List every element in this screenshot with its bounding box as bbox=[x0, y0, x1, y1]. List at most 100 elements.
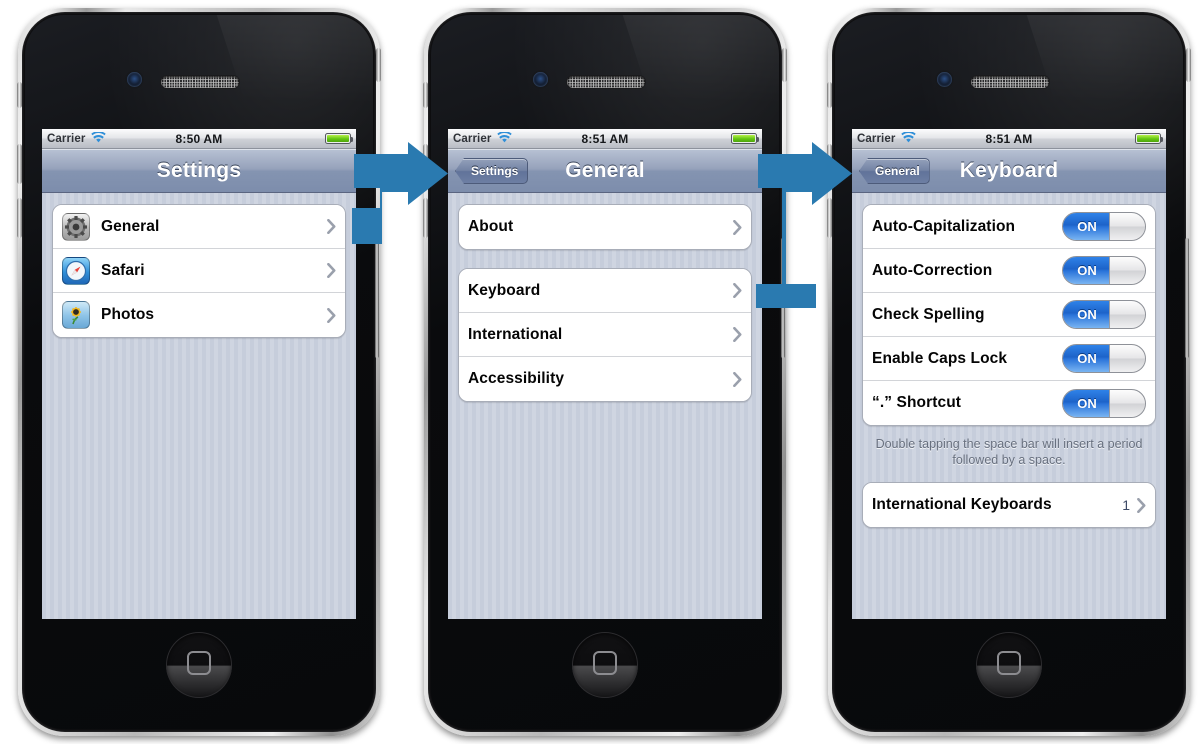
status-bar: Carrier 8:51 AM bbox=[448, 129, 762, 149]
list-item-safari[interactable]: Safari bbox=[53, 249, 345, 293]
home-button[interactable] bbox=[572, 632, 638, 698]
list-item-label: Enable Caps Lock bbox=[872, 349, 1008, 367]
list-item-period-shortcut[interactable]: “.” Shortcut ON bbox=[863, 381, 1155, 425]
toggle-on-label: ON bbox=[1063, 389, 1111, 417]
list-item-label: “.” Shortcut bbox=[872, 394, 962, 411]
list-item-label: International bbox=[468, 325, 563, 343]
photos-sunflower-icon bbox=[62, 301, 90, 329]
chevron-right-icon bbox=[327, 307, 336, 323]
toggle-enable-caps-lock[interactable]: ON bbox=[1062, 344, 1146, 373]
toggle-on-label: ON bbox=[1063, 345, 1111, 372]
chevron-right-icon bbox=[733, 327, 742, 342]
screen-settings: Carrier 8:50 AM Settings General Safari … bbox=[42, 129, 356, 619]
list-group: Keyboard International Accessibility bbox=[458, 268, 752, 402]
silent-switch[interactable] bbox=[423, 82, 428, 108]
page-title: General bbox=[565, 158, 645, 182]
volume-up-button[interactable] bbox=[17, 144, 22, 184]
chevron-right-icon bbox=[733, 283, 742, 298]
sim-tray bbox=[375, 238, 379, 358]
chevron-right-icon bbox=[327, 263, 336, 278]
iphone-device-general: Carrier 8:51 AM Settings General About K… bbox=[423, 8, 787, 736]
navigation-bar: Settings bbox=[42, 149, 356, 193]
toggle-check-spelling[interactable]: ON bbox=[1062, 300, 1146, 329]
toggle-knob[interactable] bbox=[1109, 345, 1145, 372]
power-button[interactable] bbox=[782, 48, 787, 82]
navigation-bar: Settings General bbox=[448, 149, 762, 193]
list-group: General Safari Photos bbox=[52, 204, 346, 338]
toggle-auto-capitalization[interactable]: ON bbox=[1062, 212, 1146, 241]
home-square-icon bbox=[187, 651, 211, 675]
clock-label: 8:51 AM bbox=[985, 131, 1033, 146]
list-item-label: Check Spelling bbox=[872, 305, 985, 323]
settings-gear-icon bbox=[62, 212, 90, 241]
list-item-label: Auto-Correction bbox=[872, 261, 993, 279]
list-group: About bbox=[458, 204, 752, 250]
toggle-period-shortcut[interactable]: ON bbox=[1062, 388, 1146, 418]
silent-switch[interactable] bbox=[17, 82, 22, 108]
chevron-right-icon bbox=[327, 219, 336, 234]
back-button[interactable]: General bbox=[859, 158, 930, 184]
safari-compass-icon bbox=[62, 256, 90, 285]
list-item-label: International Keyboards bbox=[872, 496, 1052, 513]
list-item-accessibility[interactable]: Accessibility bbox=[459, 357, 751, 401]
power-button[interactable] bbox=[376, 48, 381, 82]
keyboard-list: Auto-Capitalization ON Auto-Correction O… bbox=[852, 193, 1166, 619]
list-item-enable-caps-lock[interactable]: Enable Caps Lock ON bbox=[863, 337, 1155, 381]
arrow-general-to-keyboard bbox=[756, 142, 852, 310]
list-item-auto-correction[interactable]: Auto-Correction ON bbox=[863, 249, 1155, 293]
chevron-right-icon bbox=[1137, 497, 1146, 513]
front-camera-icon bbox=[533, 72, 548, 87]
toggle-on-label: ON bbox=[1063, 257, 1111, 284]
silent-switch[interactable] bbox=[827, 82, 832, 108]
chevron-right-icon bbox=[733, 371, 742, 387]
power-button[interactable] bbox=[1186, 48, 1191, 82]
toggle-on-label: ON bbox=[1063, 301, 1111, 328]
list-group: Auto-Capitalization ON Auto-Correction O… bbox=[862, 204, 1156, 426]
list-item-general[interactable]: General bbox=[53, 205, 345, 249]
list-item-photos[interactable]: Photos bbox=[53, 293, 345, 337]
chevron-right-icon bbox=[733, 219, 742, 235]
toggle-knob[interactable] bbox=[1109, 257, 1145, 284]
list-group: International Keyboards 1 bbox=[862, 482, 1156, 528]
battery-icon bbox=[731, 133, 759, 144]
volume-down-button[interactable] bbox=[17, 198, 22, 238]
settings-list: General Safari Photos bbox=[42, 193, 356, 619]
list-item-international[interactable]: International bbox=[459, 313, 751, 357]
toggle-knob[interactable] bbox=[1109, 389, 1145, 417]
earpiece-speaker-icon bbox=[567, 76, 645, 88]
home-button[interactable] bbox=[166, 632, 232, 698]
arrow-settings-to-general bbox=[352, 142, 448, 246]
list-item-auto-capitalization[interactable]: Auto-Capitalization ON bbox=[863, 205, 1155, 249]
section-footer-text: Double tapping the space bar will insert… bbox=[875, 437, 1143, 467]
iphone-device-settings: Carrier 8:50 AM Settings General Safari … bbox=[17, 8, 381, 736]
toggle-knob[interactable] bbox=[1109, 213, 1145, 240]
list-item-label: Auto-Capitalization bbox=[872, 217, 1016, 235]
back-button[interactable]: Settings bbox=[455, 158, 529, 184]
general-list: About Keyboard International Accessibili… bbox=[448, 193, 762, 619]
home-button[interactable] bbox=[976, 632, 1042, 698]
screen-keyboard: Carrier 8:51 AM General Keyboard Auto-Ca… bbox=[852, 129, 1166, 619]
list-item-international-keyboards[interactable]: International Keyboards 1 bbox=[863, 483, 1155, 527]
status-bar: Carrier 8:50 AM bbox=[42, 129, 356, 149]
list-item-check-spelling[interactable]: Check Spelling ON bbox=[863, 293, 1155, 337]
home-square-icon bbox=[593, 651, 617, 675]
list-item-label: About bbox=[468, 218, 514, 235]
clock-label: 8:50 AM bbox=[175, 131, 223, 146]
list-item-about[interactable]: About bbox=[459, 205, 751, 249]
page-title: Keyboard bbox=[959, 158, 1059, 182]
list-item-label: Photos bbox=[101, 306, 155, 323]
navigation-bar: General Keyboard bbox=[852, 149, 1166, 193]
page-title: Settings bbox=[156, 158, 242, 182]
screen-general: Carrier 8:51 AM Settings General About K… bbox=[448, 129, 762, 619]
battery-icon bbox=[325, 133, 353, 144]
screenshot-root: Carrier 8:50 AM Settings General Safari … bbox=[0, 0, 1200, 744]
iphone-device-keyboard: Carrier 8:51 AM General Keyboard Auto-Ca… bbox=[827, 8, 1191, 736]
toggle-on-label: ON bbox=[1063, 213, 1111, 240]
earpiece-speaker-icon bbox=[971, 76, 1049, 88]
toggle-knob[interactable] bbox=[1109, 301, 1145, 328]
list-item-label: General bbox=[101, 217, 160, 235]
toggle-auto-correction[interactable]: ON bbox=[1062, 256, 1146, 285]
list-item-keyboard[interactable]: Keyboard bbox=[459, 269, 751, 313]
home-square-icon bbox=[997, 651, 1021, 675]
earpiece-speaker-icon bbox=[161, 76, 239, 88]
